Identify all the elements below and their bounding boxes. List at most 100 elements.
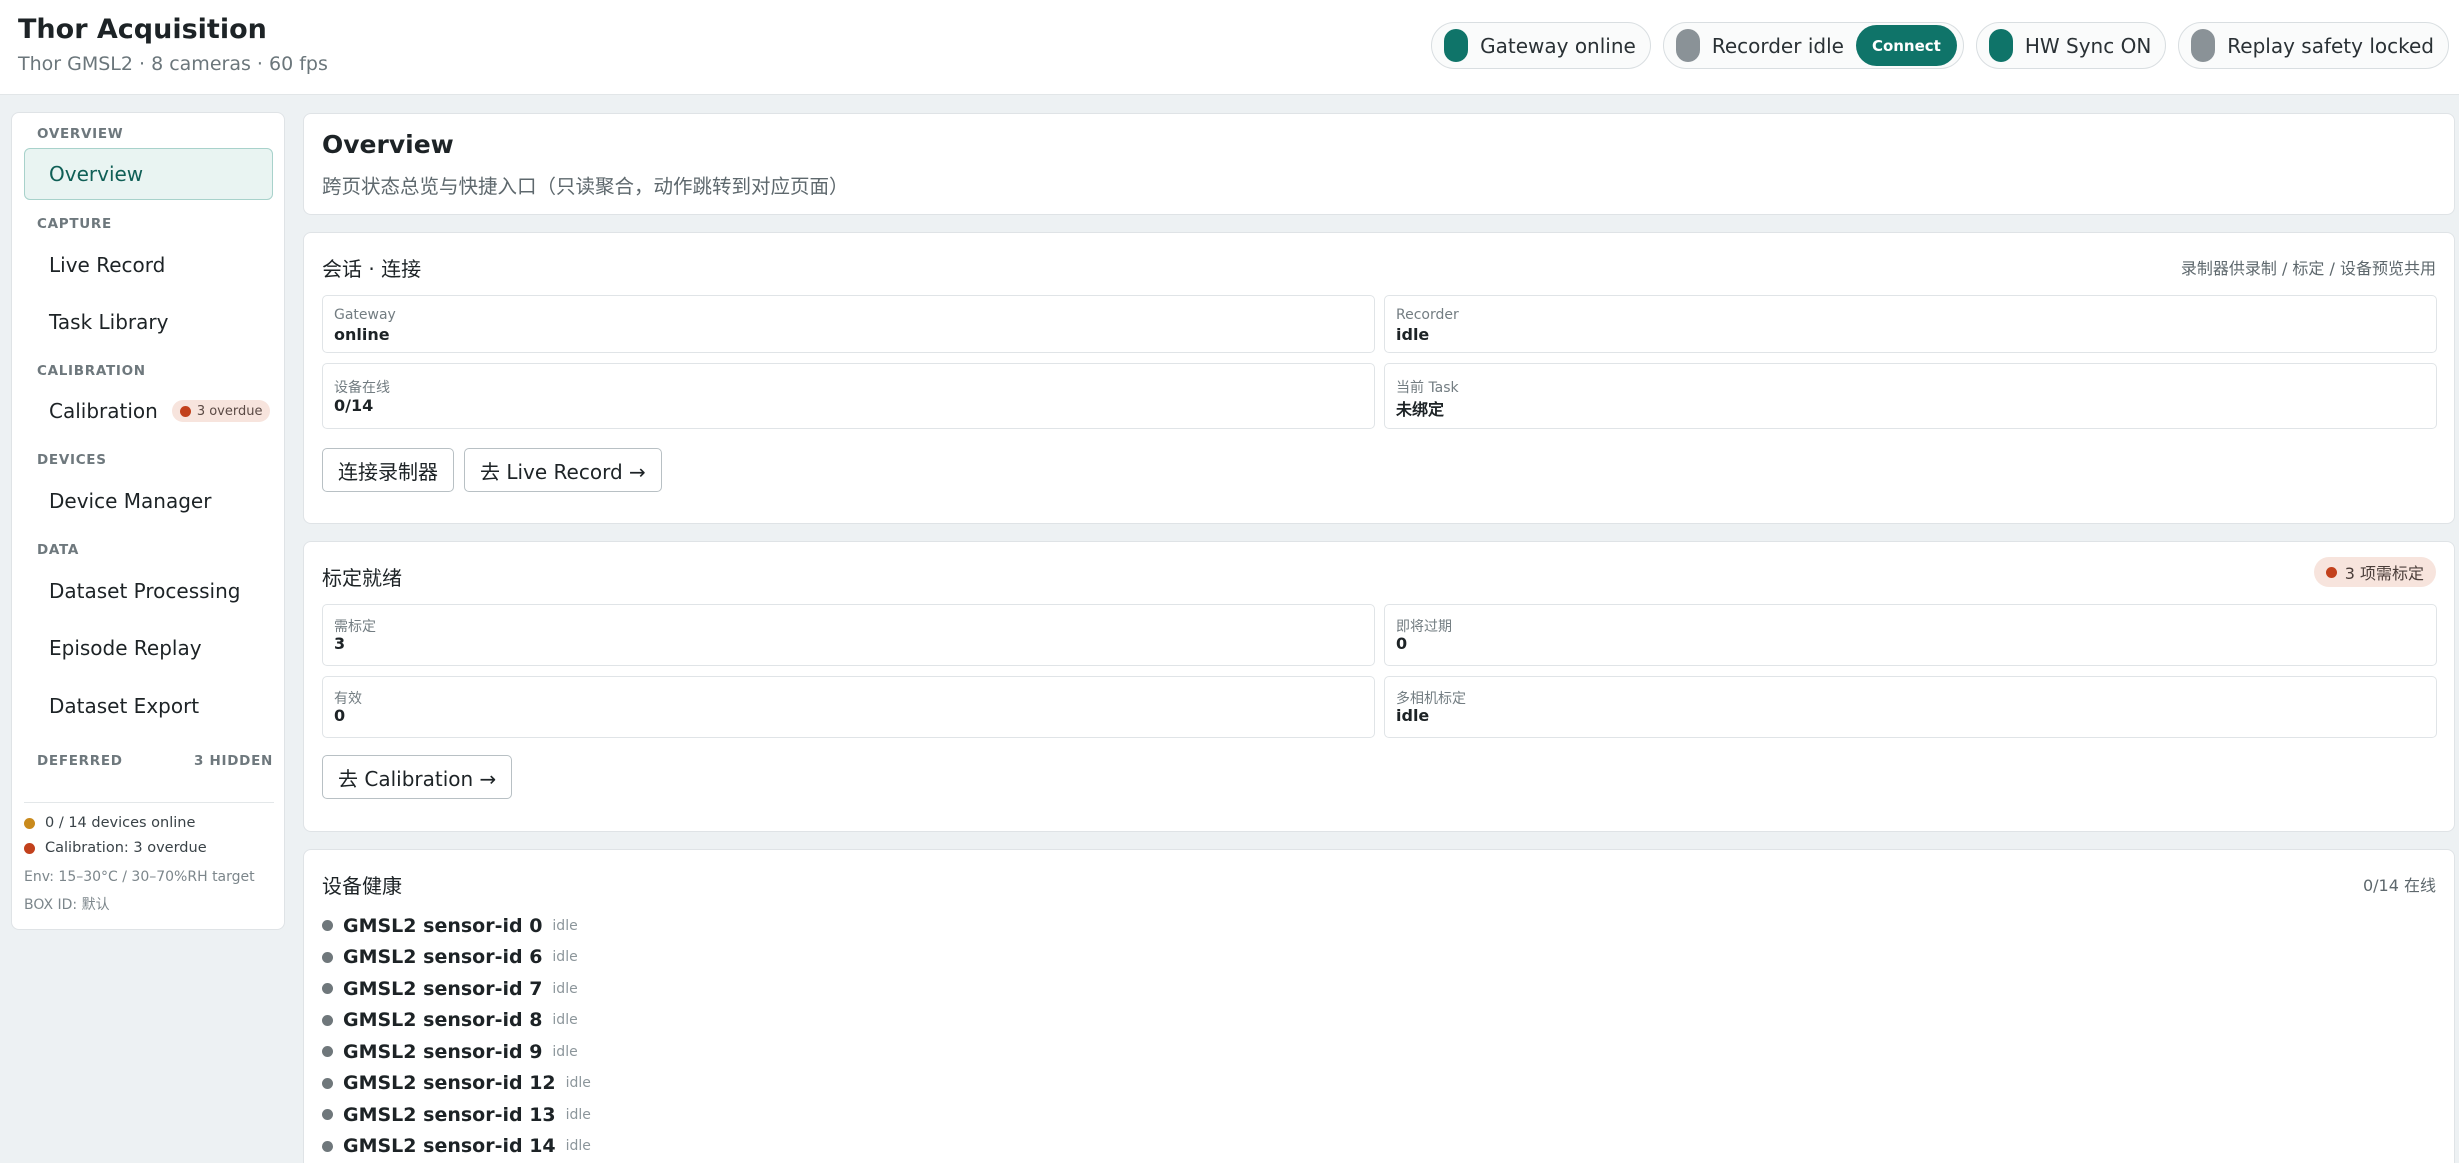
device-state: idle bbox=[552, 917, 578, 934]
hw-sync-pill[interactable]: HW Sync ON bbox=[1975, 22, 2167, 69]
page-subtitle: 跨页状态总览与快捷入口（只读聚合，动作跳转到对应页面） bbox=[322, 175, 849, 198]
app-title: Thor Acquisition bbox=[18, 14, 267, 45]
session-card: 会话 · 连接 录制器供录制 / 标定 / 设备预览共用 Gateway onl… bbox=[303, 232, 2455, 524]
list-item[interactable]: GMSL2 sensor-id 13 idle bbox=[322, 1099, 591, 1131]
field-value: 0 bbox=[1396, 634, 1408, 653]
field-value: 未绑定 bbox=[1396, 400, 1445, 419]
session-card-title: 会话 · 连接 bbox=[322, 257, 422, 281]
field-label: 多相机标定 bbox=[1396, 691, 1466, 707]
list-item[interactable]: GMSL2 sensor-id 14 idle bbox=[322, 1131, 591, 1163]
field-value: 3 bbox=[334, 634, 346, 653]
valid-field: 有效 0 bbox=[322, 676, 1375, 738]
amber-dot-icon bbox=[24, 817, 35, 829]
sidebar-item-device-manager[interactable]: Device Manager bbox=[24, 475, 273, 527]
device-status-dot-icon bbox=[322, 1014, 333, 1026]
field-value: idle bbox=[1396, 325, 1430, 344]
goto-calibration-button[interactable]: 去 Calibration → bbox=[322, 755, 513, 799]
device-state: idle bbox=[552, 1012, 578, 1029]
device-health-title: 设备健康 bbox=[322, 874, 402, 898]
replay-safety-label: Replay safety locked bbox=[2227, 33, 2434, 58]
recorder-field: Recorder idle bbox=[1384, 295, 2437, 353]
needs-calibration-field: 需标定 3 bbox=[322, 604, 1375, 666]
replay-safety-icon bbox=[2191, 29, 2216, 62]
env-target: Env: 15–30°C / 30–70%RH target bbox=[24, 869, 255, 885]
section-devices: DEVICES bbox=[37, 452, 107, 468]
device-name: GMSL2 sensor-id 0 bbox=[343, 914, 543, 937]
red-dot-icon bbox=[24, 842, 35, 854]
device-name: GMSL2 sensor-id 8 bbox=[343, 1009, 543, 1032]
device-state: idle bbox=[565, 1138, 591, 1155]
multi-camera-calibration-field: 多相机标定 idle bbox=[1384, 676, 2437, 738]
list-item[interactable]: GMSL2 sensor-id 8 idle bbox=[322, 1005, 591, 1037]
connect-button[interactable]: Connect bbox=[1855, 25, 1957, 66]
expiring-soon-field: 即将过期 0 bbox=[1384, 604, 2437, 666]
gateway-status-label: Gateway online bbox=[1480, 33, 1636, 58]
section-capture: CAPTURE bbox=[37, 216, 112, 232]
device-state: idle bbox=[552, 949, 578, 966]
sidebar-item-calibration-label: Calibration bbox=[49, 399, 158, 423]
deferred-section[interactable]: DEFERRED 3 HIDDEN bbox=[37, 753, 273, 769]
sidebar-item-episode-replay[interactable]: Episode Replay bbox=[24, 622, 273, 674]
field-value: 0 bbox=[334, 706, 346, 725]
app-header: Thor Acquisition Thor GMSL2 · 8 cameras … bbox=[0, 0, 2459, 95]
goto-live-record-button[interactable]: 去 Live Record → bbox=[464, 448, 662, 492]
gateway-status-icon bbox=[1444, 29, 1469, 62]
device-state: idle bbox=[565, 1106, 591, 1123]
calibration-overdue-badge: 3 overdue bbox=[171, 400, 271, 422]
field-label: 当前 Task bbox=[1396, 380, 1459, 396]
field-label: Recorder bbox=[1396, 307, 1459, 323]
sidebar-item-dataset-processing[interactable]: Dataset Processing bbox=[24, 565, 273, 617]
sidebar-item-calibration[interactable]: Calibration 3 overdue bbox=[24, 385, 273, 437]
status-pills: Gateway online Recorder idle Connect HW … bbox=[1431, 22, 2449, 69]
device-status-dot-icon bbox=[322, 1077, 333, 1089]
list-item[interactable]: GMSL2 sensor-id 6 idle bbox=[322, 942, 591, 974]
field-value: online bbox=[334, 325, 390, 344]
list-item[interactable]: GMSL2 sensor-id 0 idle bbox=[322, 910, 591, 942]
device-health-card: 设备健康 0/14 在线 GMSL2 sensor-id 0 idle GMSL… bbox=[303, 849, 2455, 1163]
device-status-dot-icon bbox=[322, 983, 333, 995]
list-item[interactable]: GMSL2 sensor-id 7 idle bbox=[322, 973, 591, 1005]
sidebar: OVERVIEW Overview CAPTURE Live Record Ta… bbox=[11, 112, 285, 930]
device-state: idle bbox=[552, 980, 578, 997]
calibration-status: Calibration: 3 overdue bbox=[24, 840, 207, 856]
calibration-needed-text: 3 项需标定 bbox=[2344, 564, 2424, 583]
field-label: 设备在线 bbox=[334, 380, 390, 396]
warning-dot-icon bbox=[179, 405, 191, 417]
sidebar-item-live-record[interactable]: Live Record bbox=[24, 239, 273, 291]
device-state: idle bbox=[552, 1043, 578, 1060]
field-label: Gateway bbox=[334, 307, 396, 323]
device-status-dot-icon bbox=[322, 1046, 333, 1058]
hw-sync-icon bbox=[1988, 29, 2013, 62]
list-item[interactable]: GMSL2 sensor-id 12 idle bbox=[322, 1068, 591, 1100]
field-value: idle bbox=[1396, 706, 1430, 725]
device-name: GMSL2 sensor-id 13 bbox=[343, 1103, 556, 1126]
sidebar-divider bbox=[24, 802, 274, 803]
field-value: 0/14 bbox=[334, 396, 374, 415]
device-name: GMSL2 sensor-id 9 bbox=[343, 1040, 543, 1063]
deferred-count: 3 HIDDEN bbox=[194, 753, 273, 769]
current-task-field: 当前 Task 未绑定 bbox=[1384, 363, 2437, 429]
device-status-dot-icon bbox=[322, 1109, 333, 1121]
sidebar-item-task-library[interactable]: Task Library bbox=[24, 296, 273, 348]
sidebar-item-overview[interactable]: Overview bbox=[24, 148, 273, 200]
calibration-card: 标定就绪 3 项需标定 需标定 3 即将过期 0 有效 0 多相机标定 idle… bbox=[303, 541, 2455, 832]
replay-safety-pill[interactable]: Replay safety locked bbox=[2178, 22, 2449, 69]
device-list: GMSL2 sensor-id 0 idle GMSL2 sensor-id 6… bbox=[322, 910, 591, 1162]
app-subtitle: Thor GMSL2 · 8 cameras · 60 fps bbox=[18, 53, 328, 75]
warning-dot-icon bbox=[2325, 566, 2337, 578]
section-overview: OVERVIEW bbox=[37, 126, 124, 142]
box-id: BOX ID: 默认 bbox=[24, 897, 110, 913]
calibration-needed-badge: 3 项需标定 bbox=[2313, 557, 2436, 587]
field-label: 即将过期 bbox=[1396, 619, 1452, 635]
page-title: Overview bbox=[322, 130, 454, 159]
connect-recorder-button[interactable]: 连接录制器 bbox=[322, 448, 454, 492]
device-state: idle bbox=[565, 1075, 591, 1092]
list-item[interactable]: GMSL2 sensor-id 9 idle bbox=[322, 1036, 591, 1068]
calibration-status-text: Calibration: 3 overdue bbox=[45, 840, 207, 856]
gateway-field: Gateway online bbox=[322, 295, 1375, 353]
gateway-status-pill[interactable]: Gateway online bbox=[1431, 22, 1651, 69]
page-header-card: Overview 跨页状态总览与快捷入口（只读聚合，动作跳转到对应页面） bbox=[303, 113, 2455, 215]
sidebar-item-dataset-export[interactable]: Dataset Export bbox=[24, 680, 273, 732]
device-name: GMSL2 sensor-id 7 bbox=[343, 977, 543, 1000]
devices-online-status: 0 / 14 devices online bbox=[24, 815, 195, 831]
